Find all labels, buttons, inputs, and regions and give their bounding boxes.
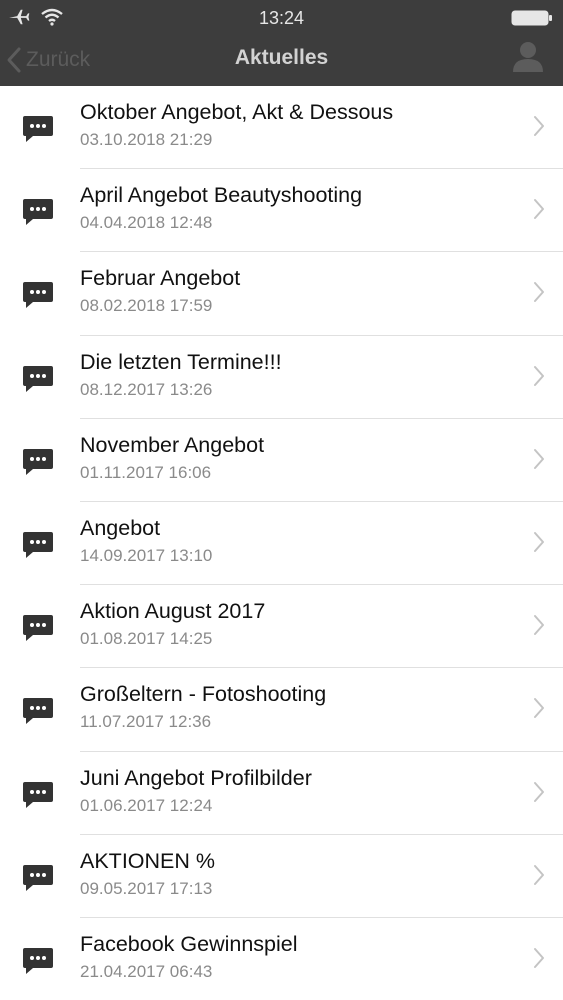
list-item-date: 08.02.2018 17:59 xyxy=(80,296,213,316)
message-icon xyxy=(23,698,53,725)
list-item[interactable]: Februar Angebot 08.02.2018 17:59 xyxy=(0,252,563,336)
list-item[interactable]: Juni Angebot Profilbilder 01.06.2017 12:2… xyxy=(0,752,563,835)
message-icon xyxy=(23,864,53,891)
list-item-date: 11.07.2017 12:36 xyxy=(80,712,212,732)
message-icon xyxy=(23,781,53,808)
chevron-right-icon xyxy=(534,448,544,469)
chevron-right-icon xyxy=(534,116,544,136)
message-icon xyxy=(23,947,53,974)
list-item-title: AKTIONEN % xyxy=(80,848,215,873)
message-icon xyxy=(23,199,53,226)
message-icon xyxy=(23,365,53,392)
list-item-title: Oktober Angebot, Akt & Dessous xyxy=(80,100,394,124)
message-icon xyxy=(23,282,53,309)
list-item[interactable]: Angebot 14.09.2017 13:10 xyxy=(0,502,563,586)
list-item[interactable]: Die letzten Termine!!! 08.12.2017 13:26 xyxy=(0,336,563,419)
list-item-date: 04.04.2018 12:48 xyxy=(80,213,213,233)
list-item-title: Aktion August 2017 xyxy=(80,599,266,624)
list-item[interactable]: Facebook Gewinnspiel 21.04.2017 06:43 xyxy=(0,918,563,1000)
list-item-date: 01.06.2017 12:24 xyxy=(80,795,213,815)
list-item-title: Februar Angebot xyxy=(80,266,241,291)
list-item-title: Großeltern - Fotoshooting xyxy=(80,682,327,707)
chevron-right-icon xyxy=(534,781,544,802)
list-item-date: 21.04.2017 06:43 xyxy=(80,961,213,981)
message-icon xyxy=(23,116,53,142)
status-time: 13:24 xyxy=(258,8,305,28)
list-item-title: Die letzten Termine!!! xyxy=(80,349,282,374)
list-item[interactable]: Oktober Angebot, Akt & Dessous 03.10.2018… xyxy=(0,86,563,170)
list-item-date: 08.12.2017 13:26 xyxy=(80,379,213,399)
news-list: Oktober Angebot, Akt & Dessous 03.10.2018… xyxy=(0,86,563,1000)
chevron-right-icon xyxy=(534,282,544,303)
chevron-right-icon xyxy=(534,531,544,552)
list-item[interactable]: Großeltern - Fotoshooting 11.07.2017 12:3… xyxy=(0,668,563,752)
chevron-right-icon xyxy=(534,365,544,386)
list-item-date: 01.08.2017 14:25 xyxy=(80,629,213,649)
list-item-title: Angebot xyxy=(80,515,161,540)
list-item[interactable]: November Angebot 01.11.2017 16:06 xyxy=(0,419,563,502)
list-item-title: April Angebot Beautyshooting xyxy=(80,183,363,208)
message-icon xyxy=(23,531,53,558)
list-item-date: 09.05.2017 17:13 xyxy=(80,878,213,898)
list-item-date: 03.10.2018 21:29 xyxy=(80,130,213,149)
chevron-right-icon xyxy=(534,864,544,885)
list-item-title: Facebook Gewinnspiel xyxy=(80,931,298,956)
page-title: Aktuelles xyxy=(234,46,329,69)
chevron-right-icon xyxy=(534,947,544,968)
person-icon[interactable] xyxy=(511,40,545,74)
list-item-title: Juni Angebot Profilbilder xyxy=(80,765,312,790)
chevron-right-icon xyxy=(534,199,544,220)
navigation-bar: Zurück Aktuelles xyxy=(0,34,563,86)
list-item[interactable]: Aktion August 2017 01.08.2017 14:25 xyxy=(0,585,563,669)
list-item-date: 01.11.2017 16:06 xyxy=(80,462,212,482)
message-icon xyxy=(23,615,53,642)
status-bar: 13:24 xyxy=(0,0,563,34)
battery-icon xyxy=(511,10,552,26)
message-icon xyxy=(23,448,53,475)
chevron-right-icon xyxy=(534,615,544,636)
list-item-date: 14.09.2017 13:10 xyxy=(80,545,213,565)
list-item[interactable]: April Angebot Beautyshooting 04.04.2018 1… xyxy=(0,169,563,253)
chevron-right-icon xyxy=(534,698,544,719)
list-item-title: November Angebot xyxy=(80,432,265,457)
list-item[interactable]: AKTIONEN % 09.05.2017 17:13 xyxy=(0,835,563,918)
